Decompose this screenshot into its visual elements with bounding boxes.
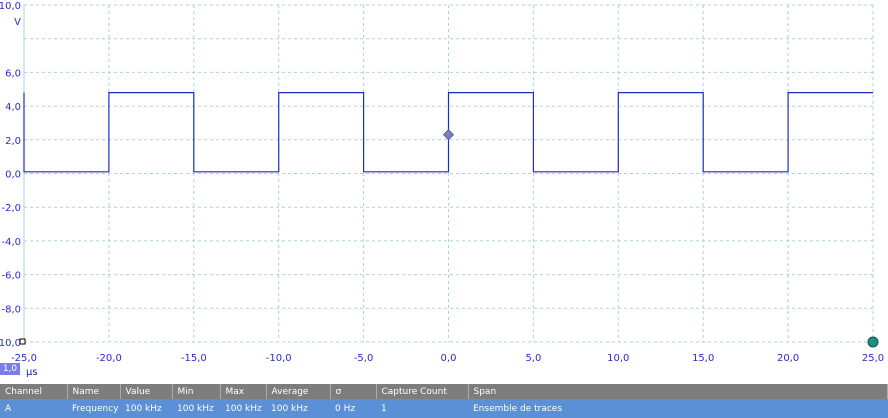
measurement-cell: Ensemble de traces: [468, 399, 888, 418]
column-header[interactable]: Channel: [0, 384, 68, 399]
x-tick-label: 10,0: [607, 353, 629, 364]
x-tick-label: 25,0: [862, 353, 884, 364]
y-tick-label: 4,0: [5, 102, 21, 113]
x-tick-label: 0,0: [441, 353, 457, 364]
measurements-table[interactable]: Channel Name Value Min Max Average σ Capture Co…: [0, 384, 888, 418]
x-axis-unit: µs: [26, 367, 38, 378]
measurement-cell: 100 kHz: [120, 399, 172, 418]
waveform-chart[interactable]: 10,0 6,0 4,0 2,0 0,0 -2,0 -4,0 -6,0 -8,0 -10,0 V -2…: [0, 0, 888, 384]
measurement-cell: 100 kHz: [220, 399, 266, 418]
x-tick-label: -20,0: [96, 353, 122, 364]
measurement-cell: 100 kHz: [172, 399, 220, 418]
y-tick-label: -4,0: [1, 237, 21, 248]
measurement-cell: 0 Hz: [330, 399, 376, 418]
y-tick-label: 2,0: [5, 136, 21, 147]
column-header[interactable]: Max: [220, 384, 267, 399]
measurement-cell: 1: [376, 399, 468, 418]
y-tick-label: -8,0: [1, 304, 21, 315]
y-tick-label: -6,0: [1, 271, 21, 282]
column-header[interactable]: Average: [266, 384, 331, 399]
column-header[interactable]: σ: [330, 384, 377, 399]
column-header[interactable]: Name: [67, 384, 121, 399]
measurement-cell: 100 kHz: [266, 399, 330, 418]
column-header[interactable]: Min: [172, 384, 221, 399]
measurement-cell: A: [0, 399, 67, 418]
trigger-marker[interactable]: [442, 129, 455, 141]
y-axis-unit: V: [14, 17, 21, 28]
x-tick-label: -10,0: [266, 353, 292, 364]
y-tick-label: 10,0: [0, 1, 21, 12]
measurement-row[interactable]: A Frequency 100 kHz 100 kHz 100 kHz 100 kHz 0 …: [0, 399, 888, 418]
x-tick-label: 5,0: [525, 353, 541, 364]
ruler-handle[interactable]: [867, 336, 879, 348]
column-header[interactable]: Value: [120, 384, 173, 399]
axis-origin-marker: [19, 338, 26, 345]
column-header[interactable]: Capture Count: [376, 384, 469, 399]
x-tick-label: -5,0: [354, 353, 374, 364]
x-tick-label: 20,0: [777, 353, 799, 364]
y-tick-label: 0,0: [5, 170, 21, 181]
measurements-header-row: Channel Name Value Min Max Average σ Capture Co…: [0, 384, 888, 399]
y-tick-label: -10,0: [0, 338, 21, 349]
y-tick-label: 6,0: [5, 68, 21, 79]
x-tick-label: 15,0: [692, 353, 714, 364]
scope-plot-area[interactable]: 10,0 6,0 4,0 2,0 0,0 -2,0 -4,0 -6,0 -8,0 -10,0 V -2…: [0, 0, 888, 384]
column-header[interactable]: Span: [468, 384, 888, 399]
marker-value-box[interactable]: 1,0: [0, 363, 20, 375]
y-tick-label: -2,0: [1, 203, 21, 214]
measurement-cell: Frequency: [67, 399, 120, 418]
x-tick-label: -15,0: [181, 353, 207, 364]
